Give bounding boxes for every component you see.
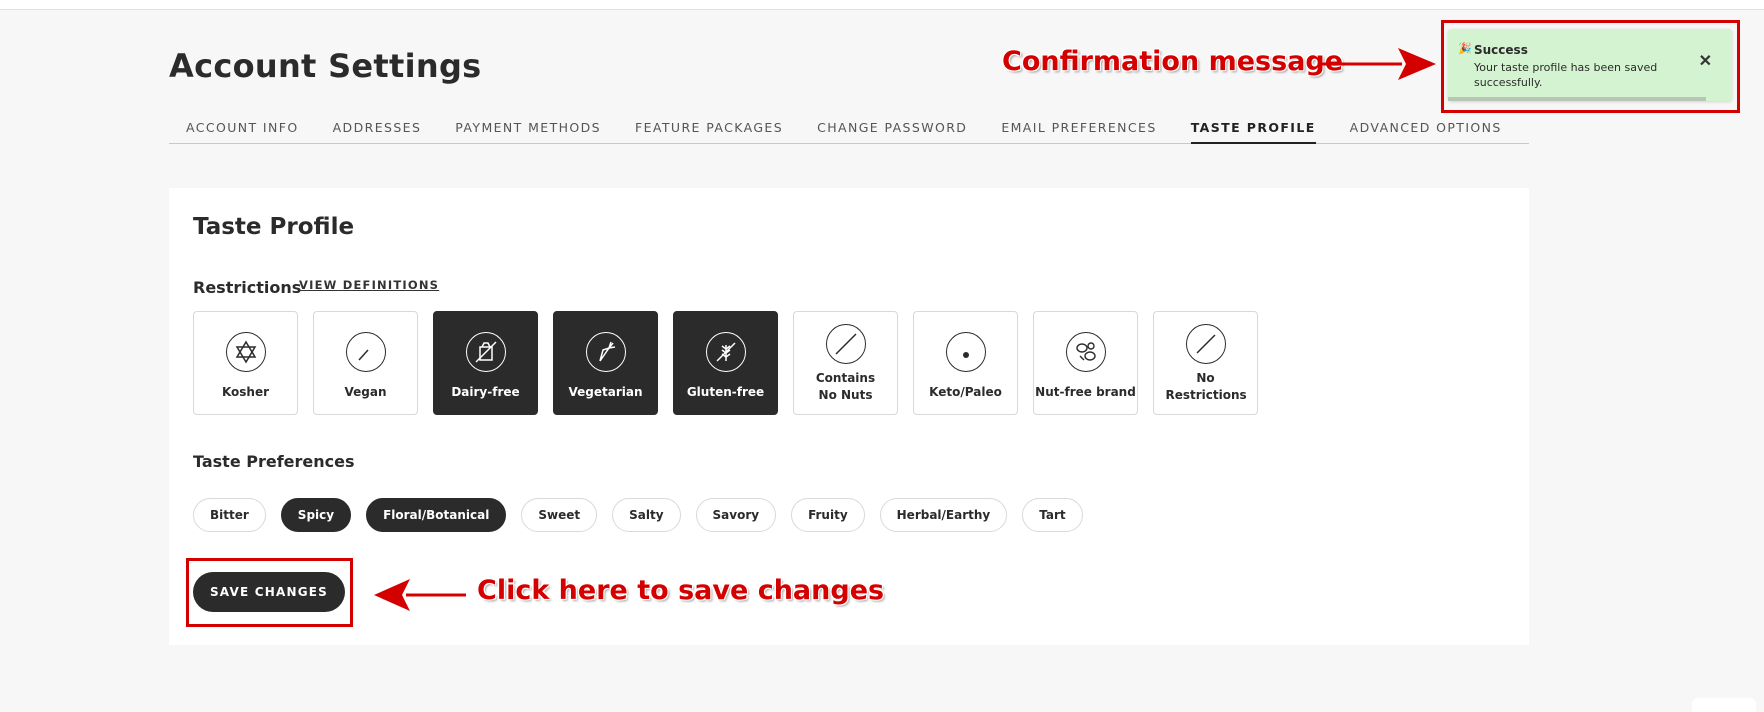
restriction-contains-no-nuts[interactable]: Contains No Nuts xyxy=(793,311,898,415)
restriction-label: Keto/Paleo xyxy=(929,385,1002,399)
corner-widget xyxy=(1692,698,1756,712)
no-peanut-icon xyxy=(825,324,866,364)
avocado-icon xyxy=(945,332,986,372)
preference-herbal-earthy[interactable]: Herbal/Earthy xyxy=(879,498,1008,532)
restrictions-grid: Kosher Vegan Dairy-free Vegetarian Gluten-fr… xyxy=(193,311,1258,415)
preference-spicy[interactable]: Spicy xyxy=(280,498,352,532)
no-dairy-icon xyxy=(465,332,506,372)
restriction-dairy-free[interactable]: Dairy-free xyxy=(433,311,538,415)
preference-salty[interactable]: Salty xyxy=(612,498,681,532)
preference-tart[interactable]: Tart xyxy=(1022,498,1083,532)
tab-taste-profile[interactable]: TASTE PROFILE xyxy=(1174,111,1333,144)
view-definitions-link[interactable]: VIEW DEFINITIONS xyxy=(299,278,439,292)
restriction-keto-paleo[interactable]: Keto/Paleo xyxy=(913,311,1018,415)
tab-payment-methods[interactable]: PAYMENT METHODS xyxy=(438,111,618,143)
tab-account-info[interactable]: ACCOUNT INFO xyxy=(169,111,316,143)
card-title: Taste Profile xyxy=(193,214,355,240)
tab-feature-packages[interactable]: FEATURE PACKAGES xyxy=(618,111,800,143)
tab-change-password[interactable]: CHANGE PASSWORD xyxy=(800,111,984,143)
top-header-edge xyxy=(0,0,1764,10)
save-annotation: Click here to save changes xyxy=(477,575,885,606)
toast-message: Your taste profile has been saved succes… xyxy=(1474,61,1658,89)
restriction-label: Nut-free brand xyxy=(1035,385,1136,399)
tab-advanced-options[interactable]: ADVANCED OPTIONS xyxy=(1333,111,1519,143)
restriction-label: Gluten-free xyxy=(686,385,765,399)
arrow-left-icon xyxy=(374,579,466,611)
taste-preferences-label: Taste Preferences xyxy=(193,452,355,471)
restriction-label: Dairy-free xyxy=(451,385,520,399)
success-toast: 🎉 Success Your taste profile has been sa… xyxy=(1448,29,1732,101)
restriction-no-restrictions[interactable]: No Restrictions xyxy=(1153,311,1258,415)
no-restrictions-icon xyxy=(1185,324,1226,364)
close-icon[interactable]: ✕ xyxy=(1699,51,1712,71)
page-title: Account Settings xyxy=(169,47,482,85)
nuts-icon xyxy=(1065,332,1106,372)
toast-progress-bar xyxy=(1448,97,1707,101)
settings-tabs: ACCOUNT INFO ADDRESSES PAYMENT METHODS FEAT… xyxy=(169,111,1529,144)
leaf-icon xyxy=(345,332,386,372)
restriction-label: Kosher xyxy=(221,385,270,399)
restriction-nut-free-brand[interactable]: Nut-free brand xyxy=(1033,311,1138,415)
save-highlight-box xyxy=(186,558,353,627)
star-of-david-icon xyxy=(225,332,266,372)
restriction-gluten-free[interactable]: Gluten-free xyxy=(673,311,778,415)
preference-sweet[interactable]: Sweet xyxy=(521,498,598,532)
restriction-label: No Restrictions xyxy=(1165,371,1247,402)
party-popper-icon: 🎉 xyxy=(1458,43,1472,55)
restriction-label: Contains No Nuts xyxy=(815,371,876,402)
preference-floral-botanical[interactable]: Floral/Botanical xyxy=(366,498,507,532)
preference-bitter[interactable]: Bitter xyxy=(193,498,266,532)
restriction-vegan[interactable]: Vegan xyxy=(313,311,418,415)
taste-preferences-list: Bitter Spicy Floral/Botanical Sweet Salty Sav… xyxy=(193,498,1083,532)
tab-email-preferences[interactable]: EMAIL PREFERENCES xyxy=(984,111,1173,143)
restriction-vegetarian[interactable]: Vegetarian xyxy=(553,311,658,415)
restriction-label: Vegetarian xyxy=(568,385,643,399)
toast-title: Success xyxy=(1474,43,1528,57)
restrictions-label: Restrictions xyxy=(193,278,302,297)
no-wheat-icon xyxy=(705,332,746,372)
confirmation-annotation: Confirmation message xyxy=(1002,46,1344,77)
restriction-kosher[interactable]: Kosher xyxy=(193,311,298,415)
restriction-label: Vegan xyxy=(344,385,387,399)
carrot-icon xyxy=(585,332,626,372)
preference-savory[interactable]: Savory xyxy=(695,498,777,532)
arrow-right-icon xyxy=(1320,48,1436,80)
tab-addresses[interactable]: ADDRESSES xyxy=(316,111,439,143)
preference-fruity[interactable]: Fruity xyxy=(791,498,865,532)
